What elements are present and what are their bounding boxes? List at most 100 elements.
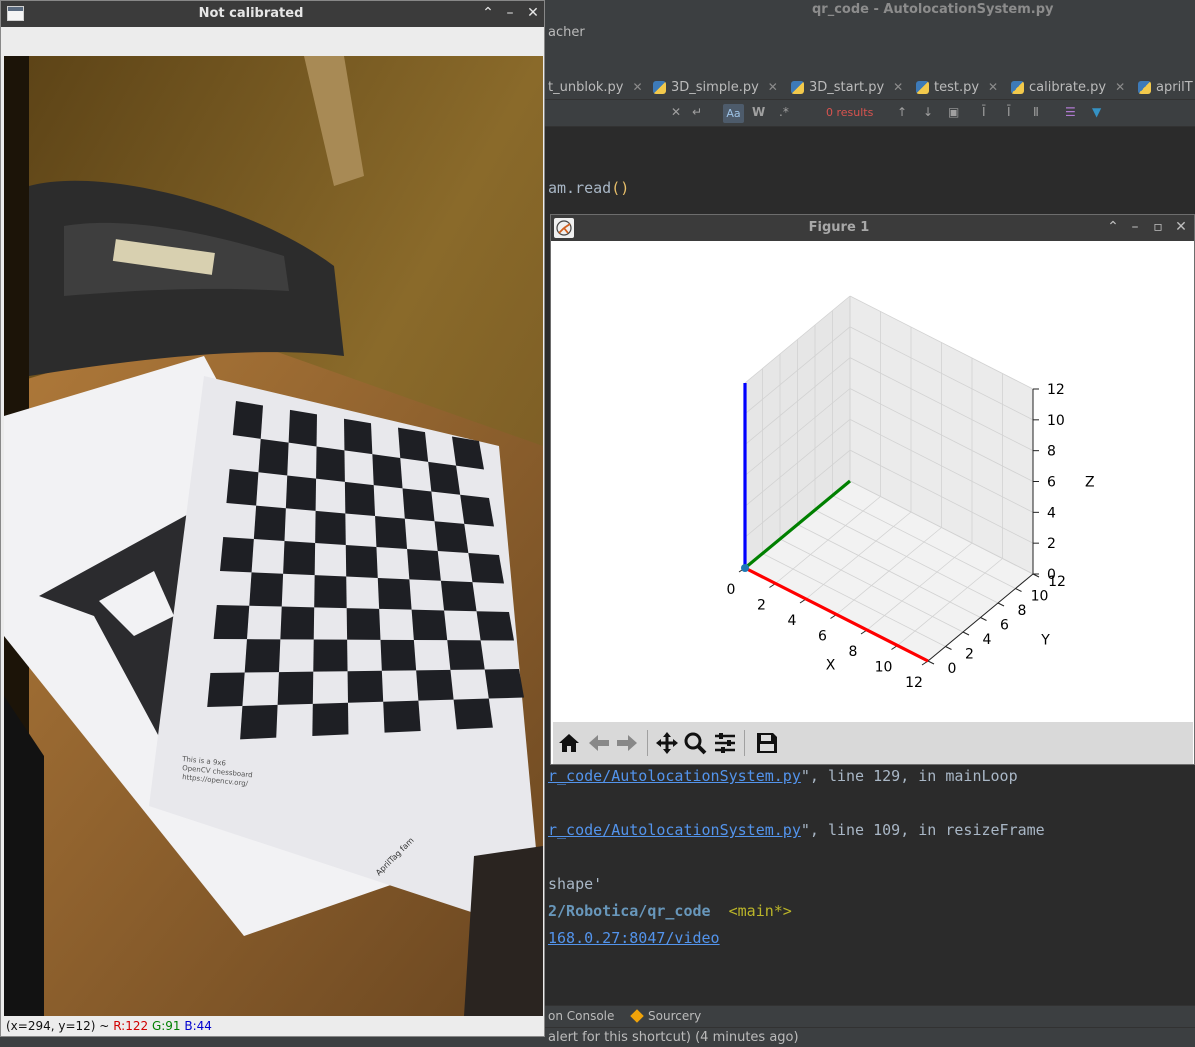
chessboard-square [240, 704, 278, 740]
chessboard-square [232, 401, 263, 439]
chessboard-square [253, 505, 286, 541]
close-icon[interactable]: ✕ [525, 5, 541, 21]
maximize-icon[interactable]: ⌃ [1105, 219, 1121, 235]
add-selection-icon[interactable]: Ī [982, 105, 986, 119]
z-tick-label: 4 [1047, 505, 1056, 521]
y-tick-label: 0 [948, 661, 957, 677]
x-tick-label: 6 [818, 629, 827, 645]
editor-tab[interactable]: test.py ✕ [916, 77, 998, 97]
pixel-red-value: R:122 [113, 1019, 149, 1033]
clear-search-icon[interactable]: ✕ [671, 105, 681, 119]
restore-icon[interactable]: ▫ [1150, 219, 1166, 235]
chessboard-square [398, 427, 429, 462]
chessboard-square [280, 606, 315, 640]
pixel-blue-value: B:44 [184, 1019, 212, 1033]
figure-titlebar: Figure 1 ⌃ – ▫ ✕ [551, 215, 1194, 241]
close-icon[interactable]: ✕ [768, 80, 778, 94]
sourcery-icon [630, 1009, 644, 1023]
close-icon[interactable]: ✕ [1173, 219, 1189, 235]
x-axis-label: X [826, 658, 836, 674]
words-toggle[interactable]: W [752, 105, 765, 119]
figure-canvas[interactable]: 0 2 4 6 8 10 12 0 2 4 6 8 10 12 0 2 4 6 8 10 12 X Y Z [553, 242, 1193, 721]
regex-toggle[interactable]: .* [779, 105, 789, 119]
editor-tab[interactable]: 3D_simple.py ✕ [653, 77, 778, 97]
chessboard-square [434, 521, 469, 553]
x-tick-label: 10 [875, 660, 893, 676]
close-icon[interactable]: ✕ [893, 80, 903, 94]
editor-tab[interactable]: 3D_start.py ✕ [791, 77, 903, 97]
previous-occurrence-icon[interactable]: ↑ [897, 105, 907, 119]
chessboard-square [213, 605, 250, 640]
y-tick [962, 631, 970, 636]
chessboard-square [244, 639, 281, 673]
editor-tab[interactable]: t_unblok.py ✕ [548, 77, 643, 97]
traceback-line: r_code/AutolocationSystem.py", line 129,… [548, 767, 1018, 785]
prompt-line: 2/Robotica/qr_code <main*> [548, 902, 792, 920]
python-file-icon [916, 80, 929, 94]
chessboard-square [344, 481, 376, 517]
tab-label: t_unblok.py [548, 79, 624, 95]
y-tick [945, 646, 952, 650]
minimize-icon[interactable]: – [502, 5, 518, 21]
editor-tab[interactable]: aprilT [1138, 77, 1193, 97]
tab-label: test.py [934, 79, 980, 95]
y-tick-label: 10 [1031, 589, 1049, 605]
ide-title: qr_code - AutolocationSystem.py [812, 2, 1054, 17]
chessboard-square [285, 475, 317, 511]
x-tick-label: 12 [905, 675, 923, 691]
z-axis-label: Z [1085, 475, 1095, 491]
back-icon[interactable] [586, 730, 612, 756]
maximize-icon[interactable]: ⌃ [480, 5, 496, 21]
pan-icon[interactable] [654, 730, 680, 756]
chessboard-square [447, 640, 485, 670]
sourcery-tab[interactable]: Sourcery [630, 1009, 701, 1023]
project-path: 2/Robotica/qr_code [548, 902, 711, 920]
close-icon[interactable]: ✕ [988, 80, 998, 94]
figure-window: Figure 1 ⌃ – ▫ ✕ 0 2 4 6 8 10 12 0 2 4 6 8 10 12 0 2 4 6 8… [550, 214, 1195, 765]
configure-subplots-icon[interactable] [712, 730, 738, 756]
python-file-icon [1138, 80, 1151, 94]
y-tick [927, 660, 935, 665]
traceback-line: r_code/AutolocationSystem.py", line 109,… [548, 821, 1045, 839]
chessboard-square [468, 553, 504, 584]
chessboard-square [484, 669, 524, 699]
chessboard-square [402, 488, 435, 522]
match-case-toggle[interactable]: Aa [723, 104, 744, 123]
chessboard-square [315, 510, 346, 545]
remove-selection-icon[interactable]: Ī [1007, 105, 1011, 119]
python-file-icon [653, 80, 666, 94]
y-tick-label: 8 [1018, 603, 1027, 619]
select-all-occurrences-icon[interactable]: Ⅱ [1033, 105, 1039, 119]
chessboard-square [345, 545, 378, 578]
pixel-green-value: G:91 [151, 1019, 181, 1033]
y-tick [980, 617, 987, 621]
filter-options-icon[interactable]: ☰ [1065, 105, 1076, 119]
newline-icon[interactable]: ↵ [692, 105, 702, 119]
file-link[interactable]: r_code/AutolocationSystem.py [548, 821, 801, 839]
z-tick-label: 10 [1047, 413, 1065, 429]
menu-item-fragment[interactable]: acher [548, 25, 585, 40]
chessboard-square [416, 669, 454, 701]
editor-tab[interactable]: calibrate.py ✕ [1011, 77, 1125, 97]
chessboard-square [220, 537, 254, 573]
close-icon[interactable]: ✕ [1115, 80, 1125, 94]
filter-icon[interactable]: ▼ [1092, 105, 1101, 119]
chessboard-square [347, 670, 384, 703]
close-icon[interactable]: ✕ [633, 80, 643, 94]
home-icon[interactable] [556, 730, 582, 756]
cv-toolbar [3, 28, 542, 56]
video-url-link[interactable]: 168.0.27:8047/video [548, 929, 720, 947]
select-all-icon[interactable]: ▣ [948, 105, 959, 119]
next-occurrence-icon[interactable]: ↓ [923, 105, 933, 119]
forward-icon[interactable] [614, 730, 640, 756]
chessboard-square [277, 671, 314, 705]
chessboard-square [226, 469, 259, 506]
toolbar-separator [744, 730, 745, 756]
python-console-tab[interactable]: on Console [548, 1009, 614, 1023]
zoom-icon[interactable] [682, 730, 708, 756]
camera-frame[interactable]: This is a 9x6 OpenCV chessboard https://… [4, 56, 543, 1016]
file-link[interactable]: r_code/AutolocationSystem.py [548, 767, 801, 785]
save-icon[interactable] [754, 730, 780, 756]
minimize-icon[interactable]: – [1127, 219, 1143, 235]
3d-axes-plot[interactable]: 024681012024681012024681012XYZ [553, 242, 1193, 721]
